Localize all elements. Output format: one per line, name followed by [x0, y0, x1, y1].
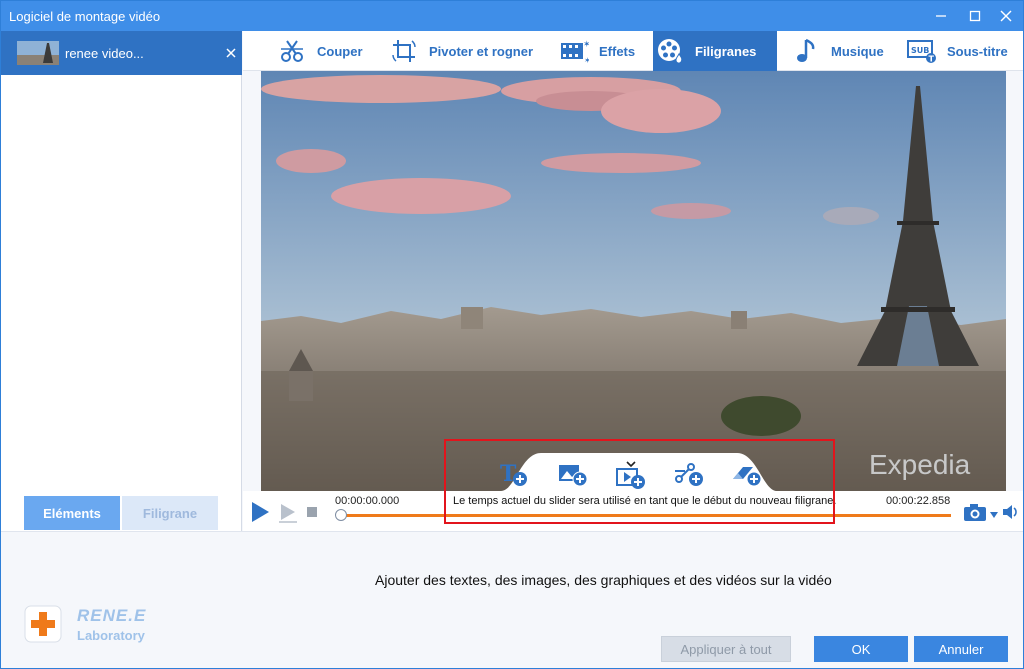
cancel-button[interactable]: Annuler	[914, 636, 1008, 662]
svg-text:✶: ✶	[584, 56, 589, 65]
title-bar: Logiciel de montage vidéo	[1, 1, 1023, 31]
logo-name: RENE.E	[77, 606, 147, 625]
logo-cross-icon	[24, 605, 62, 643]
volume-button[interactable]	[1001, 504, 1021, 524]
stop-icon	[306, 505, 318, 523]
volume-icon	[1002, 503, 1020, 526]
edit-toolbar: Couper Pivoter et rogner ✶ ✶	[243, 31, 1023, 71]
tool-couper[interactable]: Couper	[275, 31, 363, 71]
snapshot-button[interactable]	[963, 503, 989, 525]
camera-icon	[963, 502, 989, 527]
renee-logo: RENE.E Laboratory	[23, 604, 163, 648]
video-watermark: Expedia	[869, 449, 971, 480]
close-window-button[interactable]	[989, 1, 1023, 31]
play-from-start-button[interactable]	[277, 502, 299, 529]
tool-label: Effets	[599, 43, 636, 59]
remove-file-button[interactable]	[223, 45, 239, 61]
timeline-slider-handle[interactable]	[335, 509, 347, 521]
chevron-down-icon	[990, 505, 998, 523]
ok-button[interactable]: OK	[814, 636, 908, 662]
stop-button[interactable]	[305, 507, 319, 521]
watermark-film-reel-icon	[653, 34, 687, 68]
effects-film-icon: ✶ ✶	[557, 34, 591, 68]
video-editor-window: Logiciel de montage vidéo renee video...	[0, 0, 1024, 669]
play-segment-icon	[277, 502, 299, 529]
minimize-button[interactable]	[924, 1, 958, 31]
crop-rotate-icon	[387, 34, 421, 68]
play-icon	[250, 501, 270, 528]
highlight-annotation-box	[444, 439, 835, 524]
window-title: Logiciel de montage vidéo	[9, 9, 161, 24]
paris-video-frame	[261, 71, 1006, 491]
file-list-item[interactable]: renee video...	[1, 31, 242, 75]
video-preview: Expedia	[261, 71, 1006, 491]
total-duration: 00:00:22.858	[886, 495, 951, 507]
tool-label: Couper	[317, 43, 363, 59]
tool-filigranes[interactable]: Filigranes	[653, 31, 777, 71]
maximize-button[interactable]	[958, 1, 992, 31]
current-time: 00:00:00.000	[335, 495, 400, 507]
bottom-panel: Ajouter des textes, des images, des grap…	[1, 531, 1023, 668]
tool-label: Pivoter et rogner	[429, 43, 534, 59]
tab-filigrane[interactable]: Filigrane	[122, 496, 218, 530]
play-button[interactable]	[249, 501, 271, 528]
music-note-icon	[789, 34, 823, 68]
scissors-icon	[275, 34, 309, 68]
apply-all-button[interactable]: Appliquer à tout	[661, 636, 791, 662]
tool-pivoter-rogner[interactable]: Pivoter et rogner	[387, 31, 533, 71]
tool-label: Filigranes	[695, 43, 757, 59]
tool-effets[interactable]: ✶ ✶ Effets	[557, 31, 635, 71]
tool-sous-titre[interactable]: SUB T Sous-titre	[905, 31, 1008, 71]
svg-text:✶: ✶	[583, 40, 589, 50]
tab-elements[interactable]: Eléments	[24, 496, 120, 530]
tool-label: Musique	[831, 43, 884, 59]
file-name: renee video...	[65, 46, 144, 61]
video-thumbnail	[17, 41, 59, 65]
feature-description: Ajouter des textes, des images, des grap…	[375, 572, 832, 588]
svg-text:SUB: SUB	[911, 46, 929, 55]
tool-musique[interactable]: Musique	[789, 31, 884, 71]
svg-text:T: T	[929, 55, 935, 64]
tool-label: Sous-titre	[947, 43, 1008, 59]
subtitle-icon: SUB T	[905, 34, 939, 68]
logo-subtitle: Laboratory	[77, 628, 145, 643]
file-list-panel: renee video... Eléments Filigrane	[1, 31, 242, 531]
snapshot-options-dropdown[interactable]	[989, 509, 999, 519]
